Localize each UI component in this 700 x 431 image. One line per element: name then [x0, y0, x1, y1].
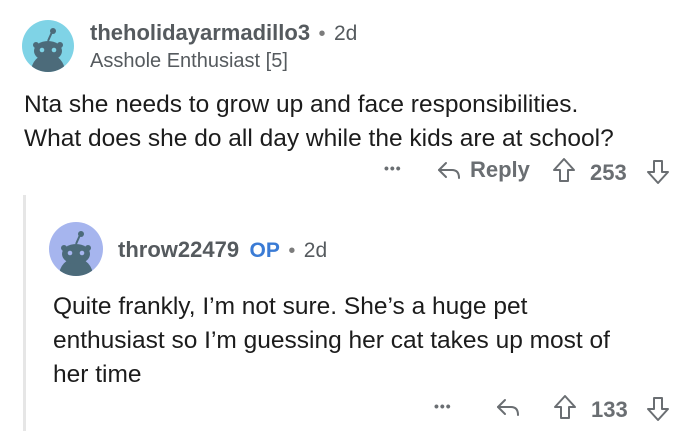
upvote-button[interactable]: [552, 157, 576, 183]
comment-header: throw22479 OP • 2d: [118, 237, 327, 263]
reply-button[interactable]: Reply: [436, 157, 530, 183]
separator-dot: •: [288, 240, 296, 262]
downvote-button[interactable]: [646, 159, 670, 185]
timestamp: 2d: [303, 239, 328, 262]
reply-arrow-icon: [438, 162, 460, 179]
comment-line: her time: [53, 361, 142, 388]
avatar[interactable]: [22, 20, 74, 72]
vote-score: 253: [590, 160, 627, 185]
thread-line[interactable]: [23, 195, 26, 431]
username[interactable]: theholidayarmadillo3: [90, 20, 310, 45]
timestamp: 2d: [333, 22, 358, 45]
upvote-button[interactable]: [553, 394, 577, 420]
vote-score: 133: [591, 397, 628, 422]
comment-body: Nta she needs to grow up and face respon…: [24, 88, 684, 156]
more-options-icon: •••: [434, 398, 452, 414]
upvote-icon: [553, 158, 575, 182]
downvote-button[interactable]: [646, 396, 670, 422]
comment-body: Quite frankly, I’m not sure. She’s a hug…: [53, 290, 693, 392]
comment-line: enthusiast so I’m guessing her cat takes…: [53, 327, 610, 354]
comment-line: Nta she needs to grow up and face respon…: [24, 91, 579, 118]
downvote-icon: [647, 397, 669, 421]
downvote-icon: [647, 160, 669, 184]
op-badge: OP: [249, 239, 280, 262]
comment-header: theholidayarmadillo3 • 2d: [90, 20, 357, 46]
reply-label: Reply: [470, 157, 530, 182]
reply-arrow-icon: [497, 399, 519, 416]
more-options-button[interactable]: •••: [384, 160, 402, 176]
reply-button[interactable]: [495, 395, 521, 419]
comment-line: Quite frankly, I’m not sure. She’s a hug…: [53, 293, 528, 320]
comment-line: What does she do all day while the kids …: [24, 125, 614, 152]
user-flair: Asshole Enthusiast [5]: [90, 50, 288, 72]
separator-dot: •: [318, 23, 326, 45]
username[interactable]: throw22479: [118, 237, 239, 262]
more-options-icon: •••: [384, 160, 402, 176]
avatar[interactable]: [49, 222, 103, 276]
upvote-icon: [554, 395, 576, 419]
snoo-avatar-icon: [49, 222, 103, 276]
more-options-button[interactable]: •••: [434, 398, 452, 414]
snoo-avatar-icon: [22, 20, 74, 72]
